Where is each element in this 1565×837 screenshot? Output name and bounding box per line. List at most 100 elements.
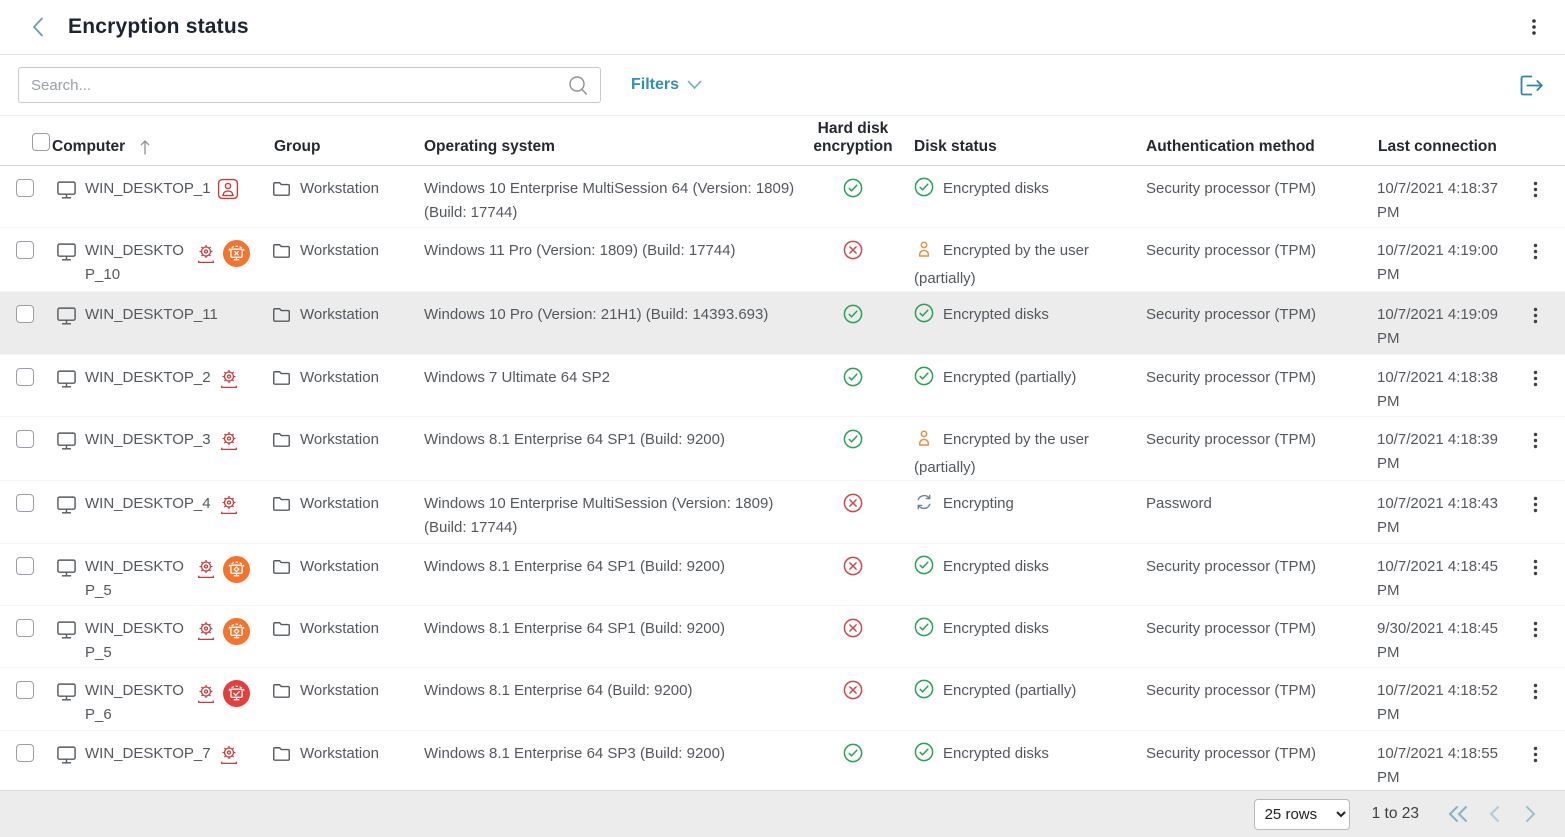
os-name: Windows 7 Ultimate 64 SP2 bbox=[424, 369, 610, 386]
os-cell: Windows 10 Pro (Version: 21H1) (Build: 1… bbox=[408, 303, 808, 327]
row-checkbox[interactable] bbox=[16, 681, 34, 699]
computer-cell[interactable]: WIN_DESKTOP_7 bbox=[52, 742, 258, 773]
column-header-os[interactable]: Operating system bbox=[408, 138, 808, 165]
disk-status-label: Encrypted disks bbox=[943, 745, 1049, 762]
column-header-computer[interactable]: Computer bbox=[52, 138, 258, 165]
row-checkbox[interactable] bbox=[16, 368, 34, 386]
row-checkbox-cell bbox=[16, 679, 52, 707]
row-actions-menu[interactable] bbox=[1514, 555, 1554, 578]
auth-method: Security processor (TPM) bbox=[1146, 306, 1316, 323]
group-cell[interactable]: Workstation bbox=[258, 177, 408, 205]
table-header-row: Computer Group Operating system Hard dis… bbox=[0, 116, 1565, 166]
hdd-x-circle-icon bbox=[843, 625, 863, 642]
previous-page-button[interactable] bbox=[1481, 801, 1507, 827]
row-actions-menu[interactable] bbox=[1514, 239, 1554, 262]
computer-cell[interactable]: WIN_DESKTOP_11 bbox=[52, 303, 258, 334]
row-checkbox[interactable] bbox=[16, 494, 34, 512]
computer-status-badges bbox=[217, 428, 241, 453]
group-cell[interactable]: Workstation bbox=[258, 742, 408, 770]
auth-method-cell: Security processor (TPM) bbox=[1130, 555, 1362, 579]
computer-cell[interactable]: WIN_DESKTOP_4 bbox=[52, 492, 258, 523]
computer-cell[interactable]: WIN_DESKTOP_6 bbox=[52, 679, 258, 727]
gear-warning-icon bbox=[217, 429, 241, 453]
group-cell[interactable]: Workstation bbox=[258, 679, 408, 707]
hdd-encryption-cell bbox=[808, 555, 898, 584]
rows-per-page-select[interactable]: 25 rows bbox=[1254, 799, 1350, 830]
group-cell[interactable]: Workstation bbox=[258, 428, 408, 456]
row-checkbox[interactable] bbox=[16, 305, 34, 323]
disk-status-cell: Encrypted disks bbox=[898, 303, 1130, 331]
row-actions-menu[interactable] bbox=[1514, 742, 1554, 765]
row-actions-menu[interactable] bbox=[1514, 492, 1554, 515]
disk-status-check-circle-icon bbox=[914, 177, 934, 205]
chevron-right-icon bbox=[1524, 805, 1537, 823]
disk-status-label: Encrypted disks bbox=[943, 180, 1049, 197]
row-checkbox[interactable] bbox=[16, 241, 34, 259]
select-all-checkbox[interactable] bbox=[32, 133, 50, 151]
computer-cell[interactable]: WIN_DESKTOP_5 bbox=[52, 555, 258, 603]
page-actions-menu[interactable] bbox=[1521, 14, 1547, 40]
column-header-group[interactable]: Group bbox=[258, 138, 408, 165]
next-page-button[interactable] bbox=[1517, 801, 1543, 827]
row-actions-menu[interactable] bbox=[1514, 177, 1554, 200]
group-name: Workstation bbox=[300, 239, 379, 263]
kebab-menu-icon bbox=[1529, 368, 1542, 389]
column-header-disk-status[interactable]: Disk status bbox=[898, 138, 1130, 165]
filters-button[interactable]: Filters bbox=[631, 76, 702, 94]
disk-status-label: Encrypted by the user (partially) bbox=[914, 242, 1089, 287]
auth-method-cell: Security processor (TPM) bbox=[1130, 366, 1362, 390]
monitor-icon bbox=[56, 494, 77, 523]
monitor-icon bbox=[56, 305, 77, 334]
auth-method: Security processor (TPM) bbox=[1146, 745, 1316, 762]
group-cell[interactable]: Workstation bbox=[258, 555, 408, 583]
row-actions-menu[interactable] bbox=[1514, 366, 1554, 389]
row-actions-menu[interactable] bbox=[1514, 679, 1554, 702]
computer-cell[interactable]: WIN_DESKTOP_5 bbox=[52, 617, 258, 665]
disk-status-check-circle-icon bbox=[914, 366, 934, 394]
column-header-last-connection[interactable]: Last connection bbox=[1362, 138, 1514, 165]
row-checkbox[interactable] bbox=[16, 179, 34, 197]
last-connection-cell: 10/7/2021 4:18:43 PM bbox=[1362, 492, 1514, 540]
auth-method-cell: Security processor (TPM) bbox=[1130, 428, 1362, 452]
table-row: WIN_DESKTOP_10WorkstationWindows 11 Pro … bbox=[0, 228, 1565, 292]
gear-warning-icon bbox=[194, 242, 218, 266]
row-actions-menu[interactable] bbox=[1514, 617, 1554, 640]
search-box[interactable] bbox=[18, 67, 601, 103]
monitor-icon bbox=[56, 368, 77, 397]
first-page-button[interactable] bbox=[1445, 801, 1471, 827]
computer-status-badges bbox=[217, 366, 241, 391]
computer-cell[interactable]: WIN_DESKTOP_10 bbox=[52, 239, 258, 287]
group-cell[interactable]: Workstation bbox=[258, 303, 408, 331]
computer-cell[interactable]: WIN_DESKTOP_3 bbox=[52, 428, 258, 459]
auth-method: Password bbox=[1146, 495, 1212, 512]
back-button[interactable] bbox=[30, 15, 52, 39]
group-cell[interactable]: Workstation bbox=[258, 617, 408, 645]
column-header-auth[interactable]: Authentication method bbox=[1130, 138, 1362, 165]
column-header-hdd[interactable]: Hard disk encryption bbox=[808, 120, 898, 165]
disk-status-cell: Encrypting bbox=[898, 492, 1130, 520]
row-checkbox[interactable] bbox=[16, 619, 34, 637]
last-connection: 10/7/2021 4:19:09 PM bbox=[1377, 306, 1498, 347]
group-cell[interactable]: Workstation bbox=[258, 239, 408, 267]
row-actions-menu[interactable] bbox=[1514, 303, 1554, 326]
table-row: WIN_DESKTOP_7WorkstationWindows 8.1 Ente… bbox=[0, 731, 1565, 790]
group-name: Workstation bbox=[300, 366, 379, 390]
filters-label: Filters bbox=[631, 76, 679, 94]
row-checkbox[interactable] bbox=[16, 744, 34, 762]
last-connection-cell: 10/7/2021 4:19:00 PM bbox=[1362, 239, 1514, 287]
group-cell[interactable]: Workstation bbox=[258, 492, 408, 520]
disk-status-cell: Encrypted (partially) bbox=[898, 679, 1130, 707]
row-checkbox[interactable] bbox=[16, 557, 34, 575]
last-connection-cell: 10/7/2021 4:18:37 PM bbox=[1362, 177, 1514, 225]
export-button[interactable] bbox=[1513, 69, 1547, 101]
computer-cell[interactable]: WIN_DESKTOP_1 bbox=[52, 177, 258, 208]
table-row: WIN_DESKTOP_1WorkstationWindows 10 Enter… bbox=[0, 166, 1565, 228]
computer-cell[interactable]: WIN_DESKTOP_2 bbox=[52, 366, 258, 397]
group-cell[interactable]: Workstation bbox=[258, 366, 408, 394]
search-input[interactable] bbox=[31, 77, 567, 94]
row-checkbox[interactable] bbox=[16, 430, 34, 448]
auth-method: Security processor (TPM) bbox=[1146, 180, 1316, 197]
table-row: WIN_DESKTOP_5Workstation Windows 8.1 Ente… bbox=[0, 606, 1565, 668]
os-name: Windows 8.1 Enterprise 64 SP1 (Build: 92… bbox=[424, 620, 725, 637]
row-actions-menu[interactable] bbox=[1514, 428, 1554, 451]
